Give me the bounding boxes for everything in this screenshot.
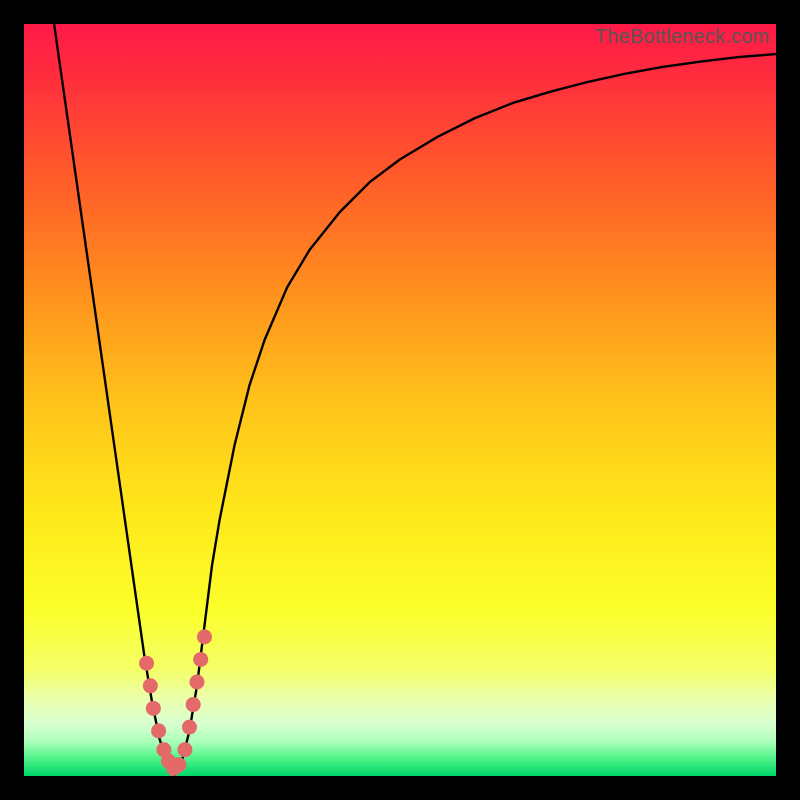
chart-frame: TheBottleneck.com (0, 0, 800, 800)
data-marker (189, 675, 204, 690)
data-marker (139, 656, 154, 671)
data-marker (177, 742, 192, 757)
watermark-text: TheBottleneck.com (595, 26, 770, 49)
data-marker (151, 723, 166, 738)
data-marker (143, 678, 158, 693)
curve-layer (24, 24, 776, 776)
data-marker (171, 757, 186, 772)
data-marker (146, 701, 161, 716)
data-marker (197, 629, 212, 644)
plot-area: TheBottleneck.com (24, 24, 776, 776)
data-marker (186, 697, 201, 712)
data-marker (193, 652, 208, 667)
data-marker (182, 720, 197, 735)
bottleneck-curve (54, 24, 776, 776)
